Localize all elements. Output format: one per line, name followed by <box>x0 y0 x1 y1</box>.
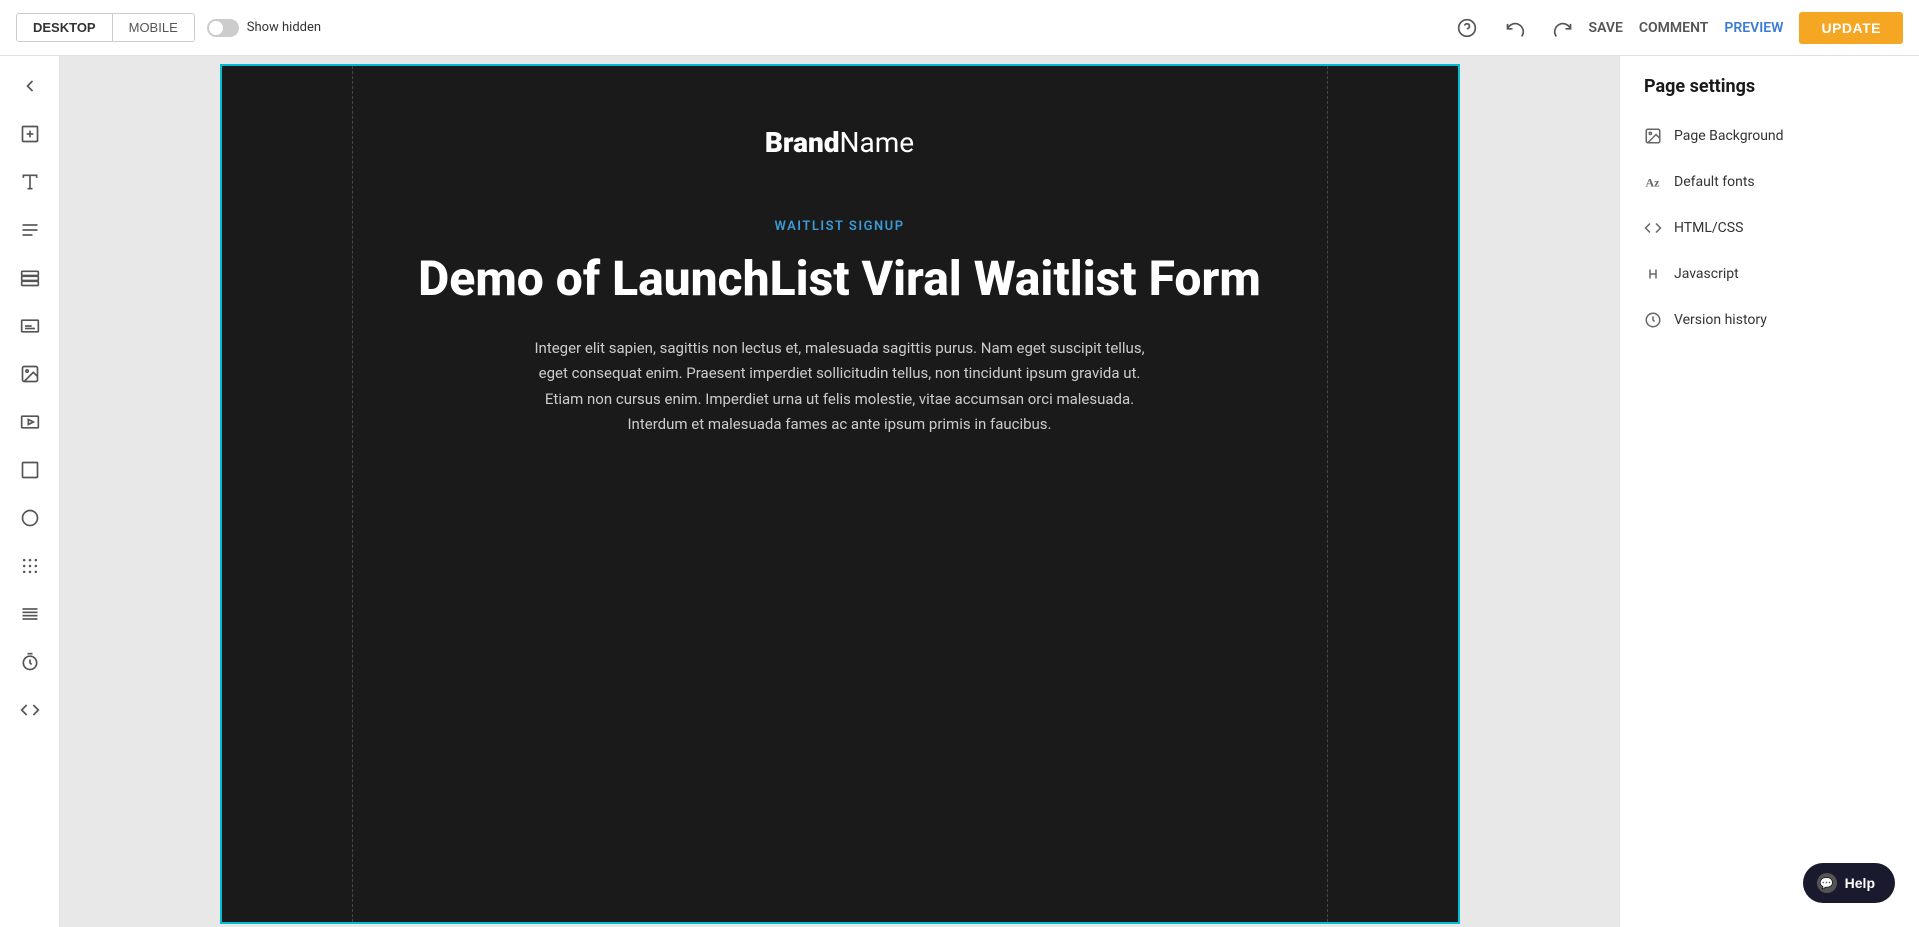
page-background-icon <box>1644 127 1662 145</box>
version-history-label: Version history <box>1674 312 1767 328</box>
brand-name: BrandName <box>765 126 914 159</box>
save-button[interactable]: SAVE <box>1589 20 1623 36</box>
left-sidebar <box>0 56 60 927</box>
caption-icon[interactable] <box>8 304 52 348</box>
brand-light: Name <box>840 126 915 159</box>
version-history-icon <box>1644 311 1662 329</box>
help-chat-icon: 💬 <box>1817 873 1837 893</box>
canvas-wrapper[interactable]: BrandName WAITLIST SIGNUP Demo of Launch… <box>60 56 1619 927</box>
lines-grid-icon[interactable] <box>8 592 52 636</box>
back-icon[interactable] <box>8 64 52 108</box>
preview-button[interactable]: PREVIEW <box>1724 20 1783 36</box>
device-toggle: DESKTOP MOBILE <box>16 13 195 42</box>
code-embed-icon[interactable] <box>8 688 52 732</box>
list-section-icon[interactable] <box>8 256 52 300</box>
main-area: BrandName WAITLIST SIGNUP Demo of Launch… <box>0 56 1919 927</box>
toolbar-actions: SAVE COMMENT PREVIEW UPDATE <box>1589 12 1903 44</box>
right-panel: Page settings Page Background Az Default… <box>1619 56 1919 927</box>
update-button[interactable]: UPDATE <box>1799 12 1903 44</box>
toolbar-left: DESKTOP MOBILE Show hidden <box>16 13 321 42</box>
page-background-item[interactable]: Page Background <box>1620 113 1919 159</box>
waitlist-label: WAITLIST SIGNUP <box>774 219 904 234</box>
image-icon[interactable] <box>8 352 52 396</box>
dots-grid-icon[interactable] <box>8 544 52 588</box>
timer-icon[interactable] <box>8 640 52 684</box>
paragraph-icon[interactable] <box>8 208 52 252</box>
circle-icon[interactable] <box>8 496 52 540</box>
javascript-item[interactable]: Javascript <box>1620 251 1919 297</box>
brand-bold: Brand <box>765 126 840 159</box>
help-icon-button[interactable] <box>1453 14 1481 42</box>
help-label: Help <box>1845 875 1875 891</box>
hero-title: Demo of LaunchList Viral Waitlist Form <box>418 250 1261 308</box>
video-icon[interactable] <box>8 400 52 444</box>
mobile-button[interactable]: MOBILE <box>113 14 194 41</box>
default-fonts-icon: Az <box>1644 173 1662 191</box>
panel-title: Page settings <box>1620 56 1919 113</box>
comment-button[interactable]: COMMENT <box>1639 20 1709 36</box>
hidden-toggle-switch[interactable] <box>207 19 239 37</box>
help-button[interactable]: 💬 Help <box>1803 863 1895 903</box>
undo-button[interactable] <box>1501 14 1529 42</box>
hero-description: Integer elit sapien, sagittis non lectus… <box>530 336 1150 438</box>
show-hidden-label: Show hidden <box>247 20 321 35</box>
page-background-label: Page Background <box>1674 128 1784 144</box>
toolbar-center-icons <box>1453 14 1577 42</box>
javascript-icon <box>1644 265 1662 283</box>
text-icon[interactable] <box>8 160 52 204</box>
html-css-item[interactable]: HTML/CSS <box>1620 205 1919 251</box>
canvas: BrandName WAITLIST SIGNUP Demo of Launch… <box>220 64 1460 924</box>
desktop-button[interactable]: DESKTOP <box>17 14 113 41</box>
toolbar: DESKTOP MOBILE Show hidden <box>0 0 1919 56</box>
javascript-label: Javascript <box>1674 266 1739 282</box>
add-section-icon[interactable] <box>8 112 52 156</box>
canvas-content: BrandName WAITLIST SIGNUP Demo of Launch… <box>222 66 1458 922</box>
default-fonts-label: Default fonts <box>1674 174 1755 190</box>
box-icon[interactable] <box>8 448 52 492</box>
svg-text:Az: Az <box>1646 176 1661 190</box>
redo-button[interactable] <box>1549 14 1577 42</box>
default-fonts-item[interactable]: Az Default fonts <box>1620 159 1919 205</box>
show-hidden-toggle: Show hidden <box>207 19 321 37</box>
html-css-icon <box>1644 219 1662 237</box>
html-css-label: HTML/CSS <box>1674 220 1743 236</box>
version-history-item[interactable]: Version history <box>1620 297 1919 343</box>
